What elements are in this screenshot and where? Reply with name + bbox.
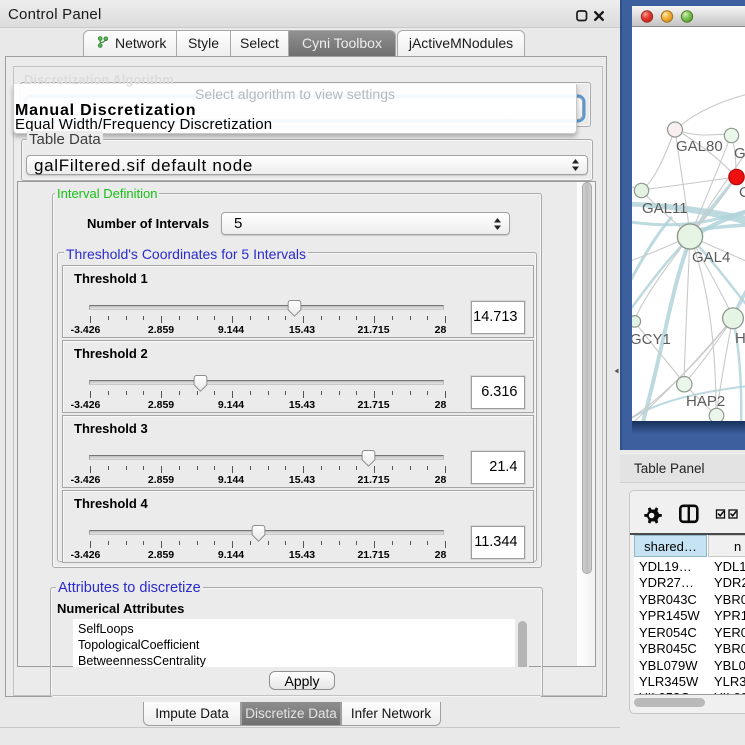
- svg-text:GCY1: GCY1: [630, 331, 671, 348]
- svg-text:GAL11: GAL11: [642, 200, 688, 217]
- svg-text:C: C: [739, 184, 745, 201]
- svg-text:H: H: [735, 330, 745, 347]
- svg-text:HAP2: HAP2: [686, 393, 725, 410]
- svg-text:GA: GA: [734, 145, 745, 162]
- svg-text:GAL80: GAL80: [676, 138, 723, 155]
- svg-text:GAL4: GAL4: [692, 249, 730, 266]
